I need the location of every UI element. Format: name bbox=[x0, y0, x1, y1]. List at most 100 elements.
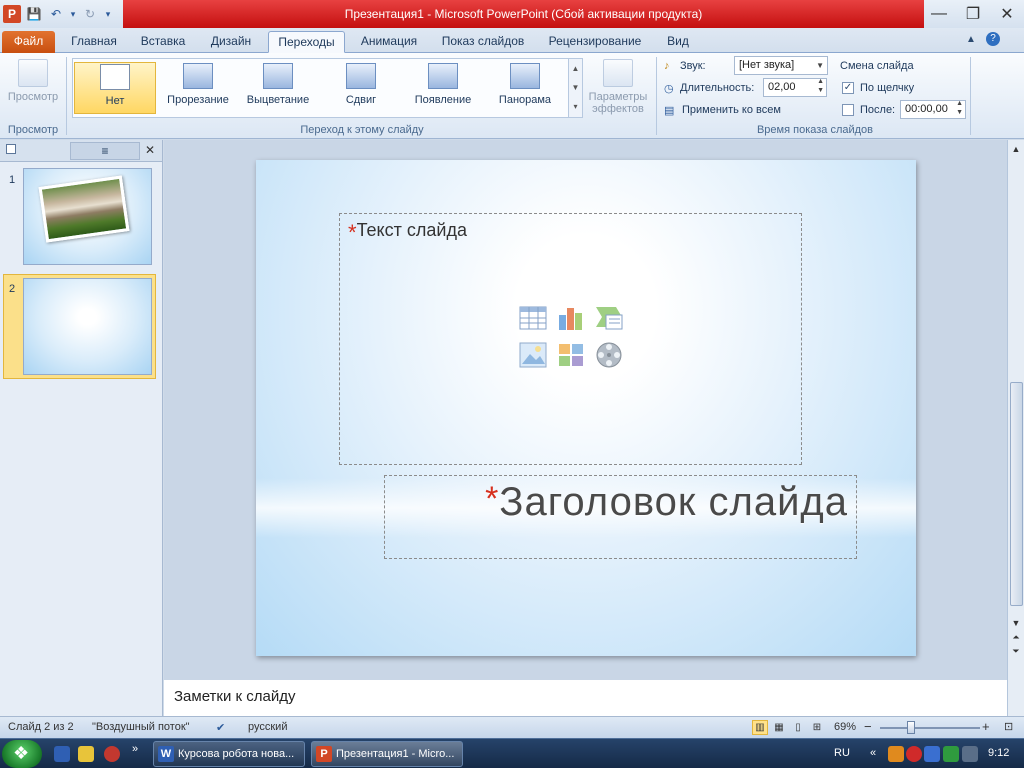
tab-insert[interactable]: Вставка bbox=[132, 31, 194, 53]
slide-thumbnail-1[interactable] bbox=[23, 168, 152, 265]
next-slide-icon[interactable]: ⏷ bbox=[1008, 644, 1024, 658]
reading-view-icon[interactable]: ▯ bbox=[790, 720, 806, 735]
network-tray-icon[interactable] bbox=[943, 746, 959, 762]
tab-transitions[interactable]: Переходы bbox=[268, 31, 345, 53]
tab-view[interactable]: Вид bbox=[658, 31, 698, 53]
taskbar-powerpoint[interactable]: P Презентация1 - Micro... bbox=[311, 741, 463, 767]
insert-clipart-icon[interactable] bbox=[556, 341, 586, 369]
zoom-in-icon[interactable]: + bbox=[982, 719, 990, 734]
tab-slide-show[interactable]: Показ слайдов bbox=[434, 31, 532, 53]
notes-scrollbar[interactable] bbox=[1007, 676, 1024, 716]
zoom-out-icon[interactable]: − bbox=[864, 719, 872, 734]
close-button[interactable]: ✕ bbox=[990, 0, 1024, 28]
customize-qat-icon[interactable]: ▾ bbox=[103, 5, 113, 23]
tab-home[interactable]: Главная bbox=[62, 31, 126, 53]
zoom-slider-knob[interactable] bbox=[907, 721, 915, 734]
insert-chart-icon[interactable] bbox=[556, 304, 586, 332]
transition-label: Прорезание bbox=[167, 94, 229, 106]
sound-select[interactable]: [Нет звука] ▼ bbox=[734, 56, 828, 75]
scrollbar-thumb[interactable] bbox=[1010, 382, 1023, 606]
transition-wipe-icon bbox=[428, 63, 458, 89]
input-language[interactable]: RU bbox=[834, 747, 850, 759]
zoom-level[interactable]: 69% bbox=[834, 721, 856, 733]
volume-tray-icon[interactable] bbox=[962, 746, 978, 762]
opera-tray-icon[interactable] bbox=[906, 746, 922, 762]
status-bar: Слайд 2 из 2 "Воздушный поток" ✔ русский… bbox=[0, 716, 1024, 738]
drive-quicklaunch-icon[interactable] bbox=[78, 746, 94, 762]
language-indicator[interactable]: русский bbox=[248, 721, 287, 733]
title-placeholder-label: *Заголовок слайда bbox=[485, 480, 848, 525]
insert-smartart-icon[interactable] bbox=[594, 304, 624, 332]
browser-quicklaunch-icon[interactable] bbox=[104, 746, 120, 762]
slide-show-icon[interactable]: ⊞ bbox=[809, 720, 825, 735]
spellcheck-icon[interactable]: ✔ bbox=[216, 721, 225, 734]
slide-sorter-icon[interactable]: ▦ bbox=[771, 720, 787, 735]
slides-tab-icon[interactable] bbox=[6, 144, 16, 154]
text-placeholder[interactable]: *Текст слайда bbox=[339, 213, 802, 465]
previous-slide-icon[interactable]: ⏶ bbox=[1008, 630, 1024, 644]
apply-all-button[interactable]: ▤ Применить ко всем bbox=[664, 100, 781, 120]
vertical-scrollbar[interactable]: ▲ ▼ ⏶ ⏷ bbox=[1007, 140, 1024, 676]
gallery-up-icon[interactable]: ▲ bbox=[569, 59, 582, 78]
insert-table-icon[interactable] bbox=[518, 304, 548, 332]
slide-work-area: *Текст слайда *Заголовок слайда bbox=[164, 140, 1007, 676]
duration-spinner[interactable]: 02,00 ▲ ▼ bbox=[763, 78, 827, 97]
advance-title: Смена слайда bbox=[840, 60, 914, 72]
slide-thumbnail-2[interactable] bbox=[23, 278, 152, 375]
lb-tray-icon[interactable] bbox=[924, 746, 940, 762]
taskbar-word-document[interactable]: W Курсова робота нова... bbox=[153, 741, 305, 767]
zoom-slider-track[interactable] bbox=[880, 727, 980, 729]
insert-picture-icon[interactable] bbox=[518, 341, 548, 369]
transition-pan[interactable]: Панорама bbox=[484, 62, 566, 114]
insert-media-icon[interactable] bbox=[594, 341, 624, 369]
scroll-up-icon[interactable]: ▲ bbox=[1008, 142, 1024, 156]
word-quicklaunch-icon[interactable] bbox=[54, 746, 70, 762]
gallery-more-icon[interactable]: ▾ bbox=[569, 97, 582, 116]
undo-dropdown-icon[interactable]: ▾ bbox=[69, 5, 77, 23]
undo-icon[interactable]: ↶ bbox=[47, 5, 65, 23]
help-icon[interactable]: ? bbox=[986, 32, 1000, 46]
transition-cut[interactable]: Прорезание bbox=[157, 62, 239, 114]
media-tray-icon[interactable] bbox=[888, 746, 904, 762]
powerpoint-logo-icon[interactable]: P bbox=[3, 5, 21, 23]
start-button[interactable] bbox=[2, 740, 42, 768]
on-click-checkbox[interactable]: ✓ По щелчку bbox=[842, 78, 914, 98]
preview-button[interactable]: Просмотр bbox=[4, 59, 62, 111]
tab-animations[interactable]: Анимация bbox=[352, 31, 426, 53]
fit-to-window-icon[interactable]: ⊡ bbox=[1004, 720, 1013, 733]
scroll-down-icon[interactable]: ▼ bbox=[1008, 616, 1024, 630]
transition-none[interactable]: Нет bbox=[74, 62, 156, 114]
normal-view-icon[interactable]: ▥ bbox=[752, 720, 768, 735]
redo-icon[interactable]: ↻ bbox=[81, 5, 99, 23]
title-placeholder[interactable]: *Заголовок слайда bbox=[384, 475, 857, 559]
effect-options-button[interactable]: Параметры эффектов bbox=[586, 59, 650, 115]
close-panel-icon[interactable]: ✕ bbox=[145, 143, 155, 157]
tab-design[interactable]: Дизайн bbox=[200, 31, 262, 53]
slides-panel-tabs: ≡ ✕ bbox=[0, 140, 162, 162]
spinner-arrows-icon[interactable]: ▲ ▼ bbox=[956, 99, 963, 117]
tab-file[interactable]: Файл bbox=[2, 31, 55, 53]
minimize-button[interactable]: — bbox=[922, 0, 956, 28]
minimize-ribbon-icon[interactable]: ▲ bbox=[966, 34, 976, 45]
quicklaunch-more-icon[interactable]: » bbox=[132, 743, 138, 755]
after-checkbox[interactable]: После: bbox=[842, 100, 895, 120]
spinner-arrows-icon[interactable]: ▲ ▼ bbox=[817, 77, 824, 95]
transition-label: Сдвиг bbox=[345, 94, 377, 106]
notes-pane[interactable]: Заметки к слайду bbox=[164, 676, 1007, 716]
group-preview-label: Просмотр bbox=[7, 124, 59, 136]
effect-options-icon bbox=[603, 59, 633, 87]
theme-name: "Воздушный поток" bbox=[92, 721, 190, 733]
save-icon[interactable]: 💾 bbox=[25, 5, 43, 23]
outline-tab-icon[interactable]: ≡ bbox=[70, 142, 140, 160]
thumb-number: 2 bbox=[9, 283, 16, 295]
show-hidden-icons-icon[interactable]: « bbox=[870, 747, 876, 759]
transition-fade[interactable]: Выцветание bbox=[237, 62, 319, 114]
tab-review[interactable]: Рецензирование bbox=[540, 31, 650, 53]
transition-wipe[interactable]: Появление bbox=[402, 62, 484, 114]
gallery-down-icon[interactable]: ▼ bbox=[569, 78, 582, 97]
thumb-number: 1 bbox=[9, 174, 16, 186]
transition-push[interactable]: Сдвиг bbox=[320, 62, 402, 114]
maximize-button[interactable]: ❐ bbox=[956, 0, 990, 28]
after-spinner[interactable]: 00:00,00 ▲ ▼ bbox=[900, 100, 966, 119]
slide-canvas[interactable]: *Текст слайда *Заголовок слайда bbox=[256, 160, 916, 656]
